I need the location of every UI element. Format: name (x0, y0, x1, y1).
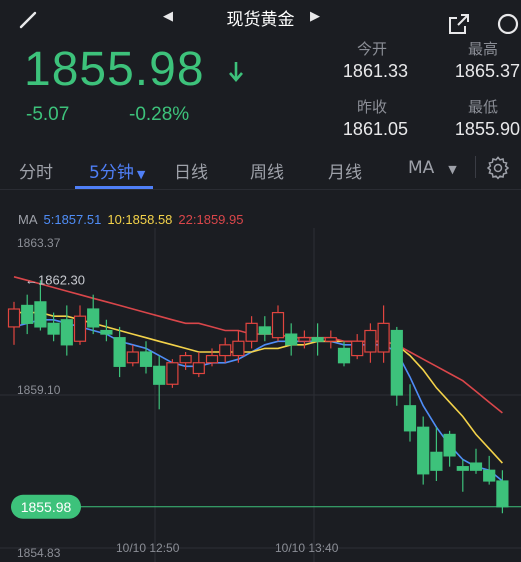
period-tabs: 分时 5分钟 ▼ 日线 周线 月线 MA ▼ (0, 148, 521, 190)
candle-body (205, 354, 219, 364)
search-icon[interactable] (495, 12, 521, 34)
active-tab-indicator (75, 186, 153, 189)
price-change: -5.07 (26, 104, 70, 125)
candle-body (285, 333, 298, 346)
price-change-percent: -0.28% (129, 104, 190, 125)
candle-body (364, 329, 377, 353)
candle-body (417, 426, 430, 475)
prev-close-value: 1861.05 (342, 119, 408, 139)
current-price-tag-label: 1855.98 (21, 499, 72, 515)
candle-body (34, 301, 47, 328)
candle-body (73, 315, 87, 342)
candle-body (7, 308, 21, 328)
candle-body (351, 340, 364, 357)
candle-body (100, 329, 113, 335)
candle-body (258, 326, 271, 335)
x-tick-label: 10/10 13:40 (275, 541, 339, 555)
candle-body (377, 322, 390, 353)
candle-body (113, 337, 126, 367)
tab-timeshare[interactable]: 分时 (19, 158, 53, 183)
candle-body (311, 337, 324, 342)
caret-down-icon: ▼ (448, 163, 457, 176)
ma22-line (13, 276, 503, 414)
candle-body (60, 319, 73, 346)
y-tick-label: 1854.83 (17, 546, 61, 560)
candle-body (443, 433, 456, 457)
candle-body (179, 354, 192, 364)
candle-body (21, 304, 34, 324)
candle-body (337, 347, 351, 364)
candle-body (219, 344, 232, 357)
tab-5min[interactable]: 5分钟 ▼ (89, 158, 145, 183)
high-label: 最高 (467, 40, 498, 58)
tab-daily[interactable]: 日线 (174, 158, 208, 183)
candle-body (324, 337, 337, 342)
ma-legend-label: MA (18, 212, 38, 227)
candle-body (456, 466, 469, 471)
candle-body (390, 329, 403, 396)
ma-legend: MA 5:1857.51 10:1858.58 22:1859.95 (18, 212, 250, 227)
low-value: 1855.90 (454, 119, 520, 139)
candle-body (192, 362, 205, 375)
candle-body (298, 337, 311, 342)
candle-body (496, 480, 509, 508)
candle-body (166, 362, 179, 385)
candle-body (469, 462, 483, 471)
ma10-legend: 10:1858.58 (107, 212, 173, 227)
candle-body (153, 365, 166, 385)
high-value: 1865.37 (454, 61, 520, 81)
tab-indicator-ma[interactable]: MA ▼ (408, 158, 457, 178)
candle-body (87, 308, 100, 328)
max-price-marker: ←1862.30 (25, 272, 85, 287)
share-icon[interactable] (447, 12, 471, 34)
candle-body (139, 351, 153, 367)
gear-icon[interactable] (486, 156, 510, 180)
tab-weekly[interactable]: 周线 (250, 158, 284, 183)
y-tick-label: 1859.10 (17, 383, 61, 397)
candle-body (430, 451, 443, 471)
ma22-legend: 22:1859.95 (178, 212, 244, 227)
candle-body (403, 405, 417, 432)
candle-body (271, 311, 285, 339)
tab-divider (475, 156, 476, 178)
triangle-right-icon[interactable]: ▶ (310, 9, 320, 24)
page-title: 现货黄金 (226, 10, 295, 30)
low-label: 最低 (467, 98, 498, 116)
caret-down-icon: ▼ (136, 168, 146, 181)
arrow-down-icon (229, 62, 243, 82)
candle-body (126, 351, 139, 364)
current-price: 1855.98 (24, 43, 205, 96)
candle-body (483, 469, 496, 482)
candle-body (47, 322, 60, 335)
tab-monthly[interactable]: 月线 (328, 158, 362, 183)
top-bar: ◀ 现货黄金 ▶ (0, 0, 521, 34)
candle-body (232, 340, 245, 357)
candlestick-chart[interactable]: 1863.37 1859.10 1854.83 10/10 12:50 10/10 13… (0, 228, 521, 562)
open-value: 1861.33 (342, 61, 408, 81)
candle-body (245, 322, 258, 342)
ma5-legend: 5:1857.51 (43, 212, 102, 227)
prev-close-label: 昨收 (356, 98, 387, 116)
y-tick-label: 1863.37 (17, 236, 61, 250)
x-tick-label: 10/10 12:50 (116, 541, 180, 555)
open-label: 今开 (356, 40, 387, 58)
